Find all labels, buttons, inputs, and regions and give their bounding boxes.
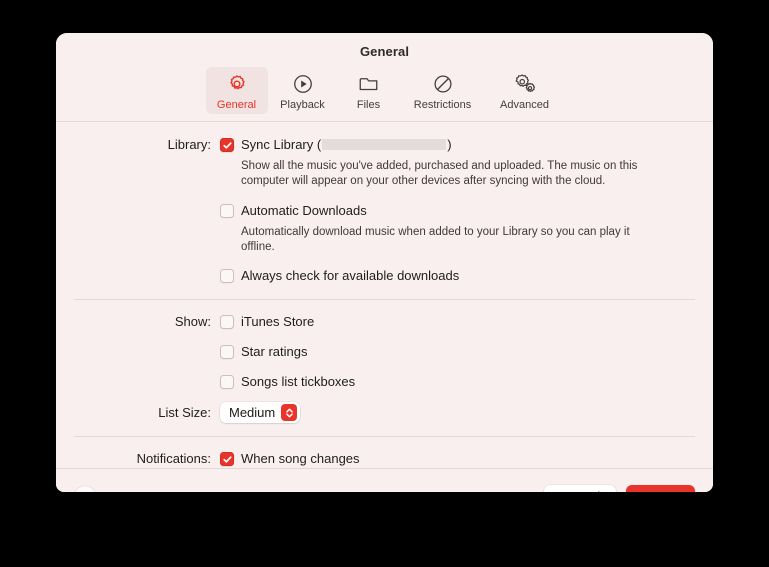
chevron-updown-icon [281,404,298,421]
list-size-row-label: List Size: [158,404,211,420]
automatic-downloads-description: Automatically download music when added … [241,226,630,253]
always-check-downloads-checkbox-line[interactable]: Always check for available downloads [220,267,695,285]
tab-restrictions-label: Restrictions [413,99,472,111]
show-songs-list-tickboxes-checkbox[interactable] [220,375,234,389]
tab-strip: General Playback Files Restrictions Adva… [56,67,713,121]
always-check-downloads-label: Always check for available downloads [241,268,460,283]
list-size-value: Medium [229,405,276,420]
show-songs-list-tickboxes-checkbox-line[interactable]: Songs list tickboxes [220,373,695,391]
show-itunes-store-checkbox-line[interactable]: iTunes Store [220,313,695,331]
preferences-toolbar: General General Playback Files Restricti… [56,33,713,122]
no-entry-icon [432,72,454,96]
notifications-row: Notifications: When song changes [74,450,695,468]
notifications-section: Notifications: When song changes [56,437,713,468]
window-title: General [359,44,410,59]
when-song-changes-checkbox[interactable] [220,452,234,466]
show-row-label: Show: [174,314,211,329]
tab-playback[interactable]: Playback [272,67,334,114]
sync-library-row: Library: Sync Library () Show all the mu… [74,136,695,188]
library-row-label: Library: [167,137,211,152]
sync-library-checkbox-line[interactable]: Sync Library () [220,136,695,154]
notifications-row-label: Notifications: [136,451,211,466]
tab-files-label: Files [356,99,381,111]
automatic-downloads-checkbox-line[interactable]: Automatic Downloads [220,202,695,220]
double-gear-icon [513,72,537,96]
preferences-dialog: General General Playback Files Restricti… [56,33,713,492]
sync-library-label: Sync Library () [241,136,452,154]
list-size-select[interactable]: Medium [220,402,301,423]
tab-general-label: General [216,99,257,111]
automatic-downloads-checkbox[interactable] [220,204,234,218]
show-star-ratings-checkbox[interactable] [220,345,234,359]
show-star-ratings-checkbox-line[interactable]: Star ratings [220,343,695,361]
when-song-changes-label: When song changes [241,451,360,466]
sync-library-description: Show all the music you've added, purchas… [241,160,638,187]
automatic-downloads-label: Automatic Downloads [241,203,367,218]
tab-general[interactable]: General [205,67,268,114]
show-star-ratings-row: Star ratings [74,343,695,361]
dialog-footer: ? Cancel OK [56,468,713,492]
sync-library-account-redacted [322,139,447,150]
show-songs-list-tickboxes-row: Songs list tickboxes [74,373,695,391]
list-size-row: List Size: Medium [74,402,695,436]
tab-advanced[interactable]: Advanced [486,67,564,114]
sync-library-checkbox[interactable] [220,138,234,152]
ok-button[interactable]: OK [626,485,695,492]
show-itunes-store-checkbox[interactable] [220,315,234,329]
always-check-downloads-checkbox[interactable] [220,269,234,283]
preferences-content: Library: Sync Library () Show all the mu… [56,122,713,468]
sync-library-label-suffix: ) [447,137,452,152]
tab-restrictions[interactable]: Restrictions [404,67,482,114]
show-songs-list-tickboxes-label: Songs list tickboxes [241,374,356,389]
library-section: Library: Sync Library () Show all the mu… [56,122,713,299]
automatic-downloads-row: Automatic Downloads Automatically downlo… [74,202,695,254]
show-section: Show: iTunes Store Star ratings Songs li… [56,300,713,436]
when-song-changes-checkbox-line[interactable]: When song changes [220,450,695,468]
play-circle-icon [292,72,314,96]
cancel-button[interactable]: Cancel [543,485,617,492]
help-button[interactable]: ? [74,486,96,492]
always-check-downloads-row: Always check for available downloads [74,267,695,299]
tab-playback-label: Playback [280,99,325,111]
show-star-ratings-label: Star ratings [241,344,308,359]
show-itunes-store-row: Show: iTunes Store [74,313,695,331]
sync-library-label-prefix: Sync Library ( [241,137,322,152]
gear-icon [226,72,248,96]
tab-advanced-label: Advanced [500,99,549,111]
folder-icon [357,72,380,96]
tab-files[interactable]: Files [338,67,400,114]
show-itunes-store-label: iTunes Store [241,314,315,329]
